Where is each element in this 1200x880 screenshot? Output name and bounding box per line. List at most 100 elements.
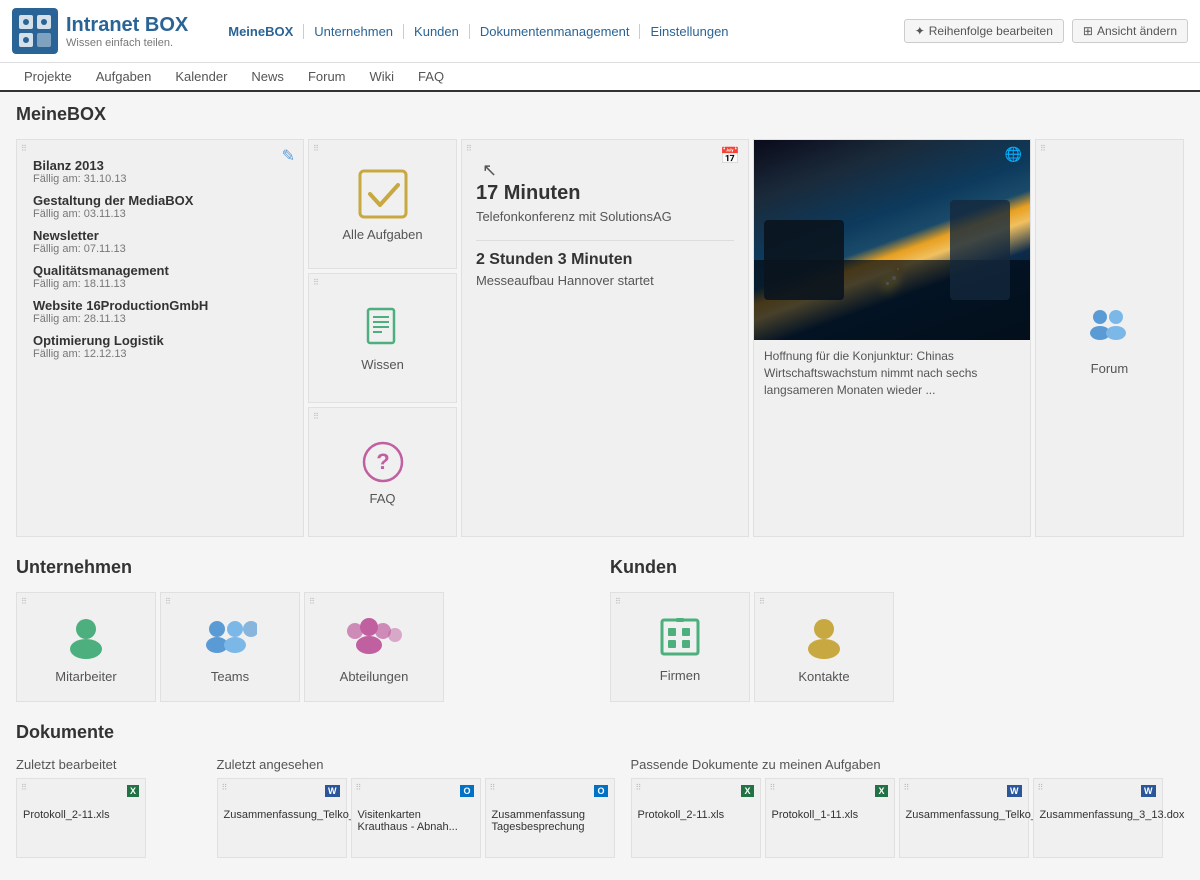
task-item[interactable]: Optimierung Logistik Fällig am: 12.12.13 — [33, 333, 289, 360]
header: Intranet BOX Wissen einfach teilen. Mein… — [0, 0, 1200, 92]
news-widget[interactable]: ⠿ 🌐 Hoffnung für die Konjunktur: Chinas … — [753, 139, 1031, 537]
file-name: Zusammenfassung_Telko_4_13.dox — [224, 809, 340, 821]
logo-area: Intranet BOX Wissen einfach teilen. — [12, 8, 188, 54]
file-card[interactable]: ⠿ W Zusammenfassung_Telko_4_13.dox — [899, 778, 1029, 858]
mitarbeiter-card[interactable]: ⠿ Mitarbeiter — [16, 592, 156, 702]
nav-top-kunden[interactable]: Kunden — [404, 24, 470, 39]
nav-top-dokumentenmanagement[interactable]: Dokumentenmanagement — [470, 24, 641, 39]
teams-card[interactable]: ⠿ Teams — [160, 592, 300, 702]
abteilungen-label: Abteilungen — [340, 669, 409, 684]
edit-icon[interactable]: ✎ — [282, 146, 295, 166]
drag-handle: ⠿ — [636, 783, 642, 792]
dokumente-subsections: Zuletzt bearbeitet ⠿ X Protokoll_2-11.xl… — [16, 757, 1184, 858]
nav-bottom: Projekte Aufgaben Kalender News Forum Wi… — [12, 69, 1188, 84]
header-actions: ✦ Reihenfolge bearbeiten ⊞ Ansicht änder… — [904, 19, 1188, 43]
abteilungen-icon — [345, 611, 403, 661]
file-card[interactable]: ⠿ X Protokoll_2-11.xls — [16, 778, 146, 858]
file-card[interactable]: ⠿ W Zusammenfassung_Telko_4_13.dox — [217, 778, 347, 858]
nav-top-meinebox[interactable]: MeineBOX — [218, 24, 304, 39]
mitarbeiter-icon — [61, 611, 111, 661]
drag-handle: ⠿ — [466, 144, 472, 153]
drag-handle: ⠿ — [313, 144, 319, 153]
passende-dokumente: Passende Dokumente zu meinen Aufgaben ⠿ … — [631, 757, 1185, 858]
file-name: Zusammenfassung_3_13.dox — [1040, 809, 1156, 821]
faq-icon: ? — [360, 439, 406, 485]
file-card[interactable]: ⠿ W Zusammenfassung_3_13.dox — [1033, 778, 1163, 858]
task-item[interactable]: Website 16ProductionGmbH Fällig am: 28.1… — [33, 298, 289, 325]
drag-handle: ⠿ — [770, 783, 776, 792]
kontakte-label: Kontakte — [798, 669, 849, 684]
forum-widget[interactable]: ⠿ Forum — [1035, 139, 1184, 537]
nav-wiki[interactable]: Wiki — [358, 69, 407, 84]
nav-forum[interactable]: Forum — [296, 69, 358, 84]
firmen-icon — [656, 612, 704, 660]
cursor-indicator: ↖ — [482, 160, 497, 181]
task-item[interactable]: Bilanz 2013 Fällig am: 31.10.13 — [33, 158, 289, 185]
passende-title: Passende Dokumente zu meinen Aufgaben — [631, 757, 1185, 772]
zuletzt-angesehen-title: Zuletzt angesehen — [217, 757, 615, 772]
ansicht-button[interactable]: ⊞ Ansicht ändern — [1072, 19, 1188, 43]
drag-handle: ⠿ — [490, 783, 496, 792]
drag-handle: ⠿ — [313, 412, 319, 421]
file-name: Protokoll_1-11.xls — [772, 809, 888, 821]
header-bottom: Projekte Aufgaben Kalender News Forum Wi… — [0, 63, 1200, 90]
middle-col: ⠿ Alle Aufgaben ⠿ Wissen — [308, 139, 457, 537]
calendar-icon: 📅 — [720, 146, 740, 166]
header-top: Intranet BOX Wissen einfach teilen. Mein… — [0, 0, 1200, 63]
alle-aufgaben-widget[interactable]: ⠿ Alle Aufgaben — [308, 139, 457, 269]
teams-label: Teams — [211, 669, 249, 684]
nav-kalender[interactable]: Kalender — [163, 69, 239, 84]
file-card[interactable]: ⠿ X Protokoll_2-11.xls — [631, 778, 761, 858]
reihenfolge-button[interactable]: ✦ Reihenfolge bearbeiten — [904, 19, 1064, 43]
zuletzt-bearbeitet-title: Zuletzt bearbeitet — [16, 757, 201, 772]
file-card[interactable]: ⠿ O Visitenkarten Krauthaus - Abnah... — [351, 778, 481, 858]
logo-icon — [12, 8, 58, 54]
forum-icon — [1082, 301, 1136, 355]
passende-files: ⠿ X Protokoll_2-11.xls ⠿ X Protokoll_1-1… — [631, 778, 1185, 858]
outlook-icon: O — [594, 785, 607, 797]
grid-icon: ⊞ — [1083, 24, 1093, 38]
firmen-card[interactable]: ⠿ Firmen — [610, 592, 750, 702]
kontakte-card[interactable]: ⠿ Kontakte — [754, 592, 894, 702]
xls-icon: X — [741, 785, 753, 797]
drag-handle: ⠿ — [165, 597, 171, 606]
wissen-label: Wissen — [361, 357, 404, 372]
file-card[interactable]: ⠿ O Zusammenfassung Tagesbesprechung — [485, 778, 615, 858]
news-image — [754, 140, 1030, 340]
unternehmen-title: Unternehmen — [16, 557, 590, 582]
unter-kunden-sections: Unternehmen ⠿ Mitarbeiter ⠿ — [16, 557, 1184, 702]
xls-icon: X — [127, 785, 139, 797]
alle-aufgaben-label: Alle Aufgaben — [342, 227, 422, 242]
faq-widget[interactable]: ⠿ ? FAQ — [308, 407, 457, 537]
drag-handle: ⠿ — [356, 783, 362, 792]
xls-icon: X — [875, 785, 887, 797]
file-name: Protokoll_2-11.xls — [23, 809, 139, 821]
zuletzt-angesehen-files: ⠿ W Zusammenfassung_Telko_4_13.dox ⠿ O V… — [217, 778, 615, 858]
drag-handle: ⠿ — [615, 597, 621, 606]
task-item[interactable]: Newsletter Fällig am: 07.11.13 — [33, 228, 289, 255]
drag-handle: ⠿ — [1040, 144, 1046, 153]
file-card[interactable]: ⠿ X Protokoll_1-11.xls — [765, 778, 895, 858]
nav-aufgaben[interactable]: Aufgaben — [84, 69, 164, 84]
abteilungen-card[interactable]: ⠿ Abteilungen — [304, 592, 444, 702]
nav-top-einstellungen[interactable]: Einstellungen — [640, 24, 738, 39]
teams-icon — [203, 611, 257, 661]
wissen-icon — [360, 305, 406, 351]
firmen-label: Firmen — [660, 668, 700, 683]
task-item[interactable]: Qualitätsmanagement Fällig am: 18.11.13 — [33, 263, 289, 290]
nav-projekte[interactable]: Projekte — [12, 69, 84, 84]
wissen-widget[interactable]: ⠿ Wissen — [308, 273, 457, 403]
task-item[interactable]: Gestaltung der MediaBOX Fällig am: 03.11… — [33, 193, 289, 220]
file-name: Zusammenfassung_Telko_4_13.dox — [906, 809, 1022, 821]
nav-news[interactable]: News — [239, 69, 296, 84]
globe-icon: 🌐 — [1005, 146, 1022, 163]
news-text: Hoffnung für die Konjunktur: Chinas Wirt… — [754, 340, 1030, 406]
timer-section-1: 17 Minuten Telefonkonferenz mit Solution… — [476, 182, 734, 224]
docx-icon: W — [325, 785, 340, 797]
drag-handle: ⠿ — [1038, 783, 1044, 792]
drag-handle: ⠿ — [309, 597, 315, 606]
nav-top-unternehmen[interactable]: Unternehmen — [304, 24, 404, 39]
file-name: Visitenkarten Krauthaus - Abnah... — [358, 809, 474, 833]
timer-section-2: 2 Stunden 3 Minuten Messeaufbau Hannover… — [476, 251, 734, 288]
nav-faq[interactable]: FAQ — [406, 69, 456, 84]
